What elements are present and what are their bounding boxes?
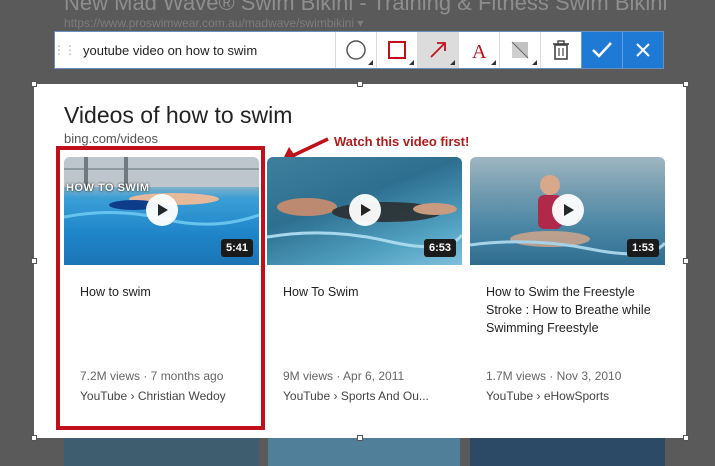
trash-icon <box>553 40 569 60</box>
video-meta: 9M views · Apr 6, 2011 <box>283 369 405 383</box>
resize-handle[interactable] <box>31 81 37 87</box>
resize-handle[interactable] <box>31 258 37 264</box>
video-title[interactable]: How To Swim <box>283 283 453 301</box>
checkmark-icon <box>592 42 612 58</box>
blur-tool-button[interactable] <box>499 32 540 68</box>
background-page-url: https://www.proswimwear.com.au/madwave/s… <box>64 16 364 30</box>
video-card[interactable]: 6:53 How To Swim 9M views · Apr 6, 2011 … <box>267 157 462 438</box>
annotation-toolbar: ⋮⋮ A <box>53 31 664 69</box>
video-title[interactable]: How to Swim the Freestyle Stroke : How t… <box>486 283 656 337</box>
play-icon[interactable] <box>552 194 584 226</box>
videos-heading: Videos of how to swim <box>64 102 293 128</box>
video-thumbnail[interactable]: 6:53 <box>267 157 462 265</box>
video-source: YouTube › Sports And Ou... <box>283 389 429 403</box>
play-icon[interactable] <box>349 194 381 226</box>
resize-handle[interactable] <box>683 81 689 87</box>
text-icon: A <box>472 41 487 61</box>
rectangle-tool-button[interactable] <box>376 32 417 68</box>
arrow-icon <box>430 42 446 58</box>
rectangle-icon <box>388 41 406 59</box>
arrow-tool-button[interactable] <box>417 32 458 68</box>
confirm-button[interactable] <box>581 32 622 68</box>
delete-tool-button[interactable] <box>540 32 581 68</box>
cancel-button[interactable] <box>622 32 663 68</box>
resize-handle[interactable] <box>31 435 37 441</box>
video-duration: 1:53 <box>626 239 659 257</box>
resize-handle[interactable] <box>357 81 363 87</box>
resize-handle[interactable] <box>683 258 689 264</box>
svg-text:A: A <box>472 41 487 61</box>
resize-handle[interactable] <box>357 435 363 441</box>
drag-handle-icon[interactable]: ⋮⋮ <box>53 32 76 68</box>
resize-handle[interactable] <box>683 435 689 441</box>
video-source: YouTube › eHowSports <box>486 389 610 403</box>
blur-icon <box>511 41 529 59</box>
ellipse-tool-button[interactable] <box>335 32 376 68</box>
background-page-title: New Mad Wave® Swim Bikini - Training & F… <box>64 0 668 15</box>
text-tool-button[interactable]: A <box>458 32 499 68</box>
videos-source[interactable]: bing.com/videos <box>64 131 158 146</box>
video-duration: 6:53 <box>423 239 456 257</box>
video-card[interactable]: 1:53 How to Swim the Freestyle Stroke : … <box>470 157 665 438</box>
annotation-text[interactable]: Watch this video first! <box>334 134 469 149</box>
annotation-text-input[interactable] <box>73 32 335 68</box>
ellipse-icon <box>346 40 366 60</box>
close-icon <box>636 43 650 57</box>
video-thumbnail[interactable]: 1:53 <box>470 157 665 265</box>
highlight-rectangle[interactable] <box>56 146 265 430</box>
video-meta: 1.7M views · Nov 3, 2010 <box>486 369 622 383</box>
